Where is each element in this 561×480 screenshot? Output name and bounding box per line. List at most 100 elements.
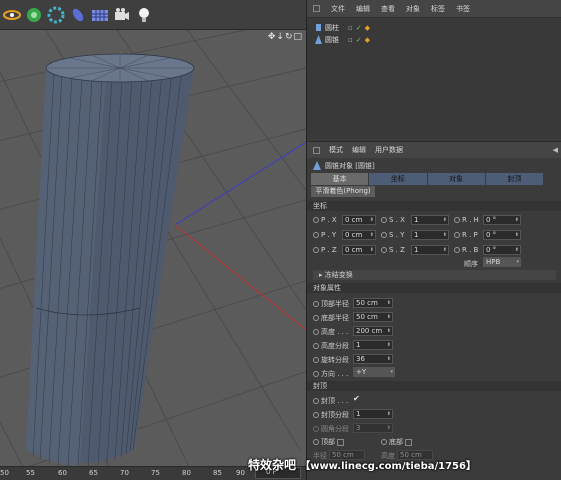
attribute-manager-menu: 模式 编辑 用户数据 ◀ [307,141,561,158]
keyframe-dot-icon[interactable] [381,247,387,253]
cap-label: 圆角分段 [321,425,349,433]
menu-user-data[interactable]: 用户数据 [375,145,403,155]
tag-icon[interactable]: ◆ [365,36,370,44]
panel-grip-icon[interactable] [313,5,320,12]
menu-mode[interactable]: 模式 [329,145,343,155]
keyframe-dot-icon[interactable] [381,439,387,445]
rotation-order-select[interactable]: HPB ▾ [483,257,521,267]
keyframe-dot-icon[interactable] [313,247,319,253]
object-name: 圆锥 [325,35,339,44]
object-row-cone[interactable]: 圆锥 ▫ ✓ ◆ [315,34,370,45]
menu-objects[interactable]: 对象 [406,4,420,14]
ruler-tick: 60 [58,469,67,477]
deformer-icon[interactable] [68,5,87,24]
ruler-tick: 80 [182,469,191,477]
pos-z-field[interactable]: 0 cm ⬍ [342,245,376,255]
3d-viewport[interactable]: ✥↓↻□ [0,30,306,466]
bottom-fillet-checkbox[interactable] [405,438,412,446]
tab-basic[interactable]: 基本 [311,173,369,185]
cone-object-icon [313,161,321,170]
menu-file[interactable]: 文件 [331,4,345,14]
panel-grip-icon[interactable] [313,146,320,154]
scale-z-field[interactable]: 1 ⬍ [411,245,449,255]
tab-caps[interactable]: 封顶 [485,173,543,185]
menu-bookmarks[interactable]: 书签 [456,4,470,14]
rot-p-field[interactable]: 0 ° ⬍ [483,230,521,240]
tab-coord[interactable]: 坐标 [369,173,427,185]
watermark-brand: 特效杂吧 [248,458,297,472]
rot-h-field[interactable]: 0 ° ⬍ [483,215,521,225]
keyframe-dot-icon[interactable] [454,232,460,238]
object-name: 圆柱 [325,23,339,32]
enabled-check-icon[interactable]: ✓ [356,36,362,44]
cone-object-icon [315,35,322,44]
object-props-header: 对象属性 [307,283,561,293]
tab-object[interactable]: 对象 [427,173,485,185]
keyframe-dot-icon[interactable] [313,357,319,363]
caps-checkbox[interactable]: ✔ [353,395,361,403]
pos-y-field[interactable]: 0 cm ⬍ [342,230,376,240]
subdivision-icon[interactable] [24,5,43,24]
keyframe-dot-icon[interactable] [313,343,319,349]
menu-view[interactable]: 查看 [381,4,395,14]
attribute-tabs: 基本 坐标 对象 封顶 [311,173,543,185]
top-radius-field[interactable]: 50 cm ⬍ [353,298,393,308]
viewport-navigation-icons[interactable]: ✥↓↻□ [268,32,303,42]
height-segments-field[interactable]: 1 ⬍ [353,340,393,350]
enabled-check-icon[interactable]: ✓ [356,24,362,32]
spline-tool-icon[interactable] [2,5,21,24]
keyframe-dot-icon[interactable] [313,412,319,418]
prop-label: 高度分段 [321,342,349,350]
top-fillet-checkbox[interactable] [337,438,344,446]
keyframe-dot-icon[interactable] [313,315,319,321]
watermark-url: 【www.linecg.com/tieba/1756】 [300,461,476,472]
camera-icon[interactable] [112,5,131,24]
light-icon[interactable] [134,5,153,24]
visibility-dots-icon[interactable]: ▫ [348,24,353,32]
bottom-radius-field[interactable]: 50 cm ⬍ [353,312,393,322]
rot-b-field[interactable]: 0 ° ⬍ [483,245,521,255]
object-list[interactable]: 圆柱 ▫ ✓ ◆ 圆锥 ▫ ✓ ◆ [307,18,561,139]
keyframe-dot-icon[interactable] [313,301,319,307]
menu-edit[interactable]: 编辑 [356,4,370,14]
top-fillet-label: 顶部 [321,438,335,446]
keyframe-dot-icon[interactable] [313,371,319,377]
visibility-dots-icon[interactable]: ▫ [348,36,353,44]
keyframe-dot-icon[interactable] [381,217,387,223]
cap-segments-field[interactable]: 1 ⬍ [353,409,393,419]
floor-grid-icon[interactable] [90,5,109,24]
object-row-cylinder[interactable]: 圆柱 ▫ ✓ ◆ [315,22,370,33]
scale-x-field[interactable]: 1 ⬍ [411,215,449,225]
orientation-select[interactable]: +Y ▾ [353,367,395,377]
ruler-tick: 70 [120,469,129,477]
keyframe-dot-icon[interactable] [313,217,319,223]
caps-section-header: 封顶 [307,381,561,391]
cap-label: 封顶 . . . [321,397,349,405]
keyframe-dot-icon[interactable] [313,439,319,445]
keyframe-dot-icon[interactable] [454,217,460,223]
array-icon[interactable] [46,5,65,24]
menu-tags[interactable]: 标签 [431,4,445,14]
keyframe-dot-icon[interactable] [313,329,319,335]
keyframe-dot-icon[interactable] [454,247,460,253]
height-field[interactable]: 200 cm ⬍ [353,326,393,336]
keyframe-dot-icon[interactable] [313,232,319,238]
scale-y-field[interactable]: 1 ⬍ [411,230,449,240]
pos-x-field[interactable]: 0 cm ⬍ [342,215,376,225]
menu-edit[interactable]: 编辑 [352,145,366,155]
coord-label: R . P [462,231,478,239]
freeze-transform-group[interactable]: ▸ 冻结变换 [313,270,556,280]
ruler-tick: 90 [236,469,245,477]
keyframe-dot-icon[interactable] [313,398,319,404]
back-arrow-icon[interactable]: ◀ [553,146,558,154]
keyframe-dot-icon[interactable] [381,232,387,238]
tab-phong[interactable]: 平滑着色(Phong) [311,186,375,197]
right-panel: 文件 编辑 查看 对象 标签 书签 圆柱 ▫ ✓ ◆ 圆锥 ▫ ✓ ◆ 模式 编… [306,0,561,480]
ruler-tick: 50 [0,469,9,477]
coord-label: P . Z [321,246,337,254]
rotation-segments-field[interactable]: 36 ⬍ [353,354,393,364]
coord-label: R . H [462,216,479,224]
keyframe-dot-icon [313,426,319,432]
attribute-title: 圆锥对象 [圆锥] [307,158,561,173]
tag-icon[interactable]: ◆ [365,24,370,32]
